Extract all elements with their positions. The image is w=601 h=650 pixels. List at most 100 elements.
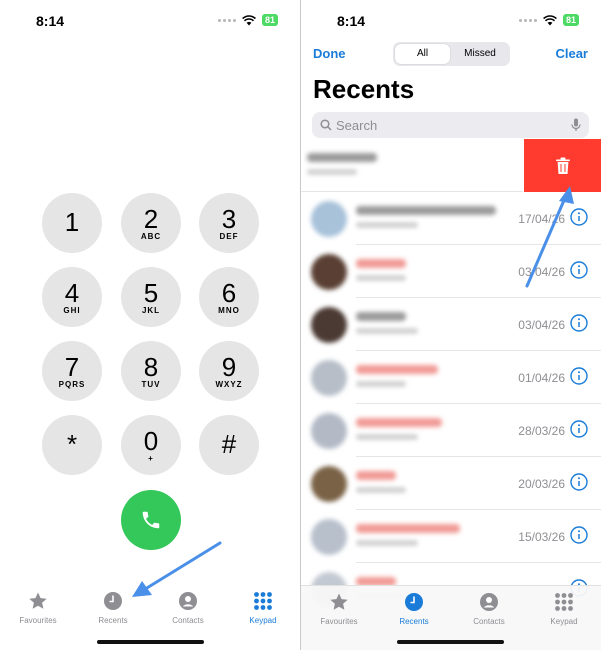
tab-keypad[interactable]: Keypad — [529, 592, 599, 626]
person-icon — [479, 592, 499, 614]
caller-name-redacted — [356, 471, 396, 480]
tab-recents[interactable]: Recents — [379, 592, 449, 626]
call-type-redacted — [356, 275, 406, 281]
call-row[interactable]: 28/03/26 — [301, 404, 601, 457]
wifi-icon — [543, 14, 557, 25]
call-type-redacted — [356, 434, 418, 440]
tab-favourites[interactable]: Favourites — [3, 591, 73, 625]
key-0[interactable]: 0 + — [121, 415, 181, 475]
key-letters: MNO — [218, 306, 240, 315]
star-icon — [28, 591, 48, 613]
call-type-redacted — [307, 169, 357, 175]
info-icon[interactable] — [570, 367, 588, 385]
recents-screen: 8:14 81 Done All Missed Clear Recents Se… — [301, 0, 601, 650]
key-2[interactable]: 2 ABC — [121, 193, 181, 253]
tab-label: Favourites — [320, 617, 358, 626]
call-type-redacted — [356, 540, 418, 546]
key-letters: WXYZ — [215, 380, 243, 389]
key-digit: 8 — [143, 352, 159, 382]
key-digit: 4 — [64, 278, 80, 308]
call-row[interactable]: 03/04/26 — [301, 298, 601, 351]
key-letters: JKL — [141, 306, 161, 315]
key-digit: 0 — [143, 426, 159, 456]
keypad-icon — [554, 592, 574, 614]
wifi-icon — [242, 14, 256, 25]
status-bar: 8:14 81 — [0, 0, 300, 40]
call-row[interactable]: 15/03/26 — [301, 510, 601, 563]
key-digit: # — [221, 429, 237, 459]
caller-name-redacted — [356, 365, 438, 374]
key-7[interactable]: 7 PQRS — [42, 341, 102, 401]
key-digit: 6 — [221, 278, 237, 308]
avatar — [311, 519, 347, 555]
tab-label: Contacts — [172, 616, 204, 625]
search-input[interactable]: Search — [312, 112, 589, 138]
signal-icon — [217, 18, 236, 22]
tab-favourites[interactable]: Favourites — [304, 592, 374, 626]
keypad-screen: 8:14 81 1 2 ABC 3 DEF 4 GHI 5 JKL 6 MNO 7 PQRS 8 TUV 9 W… — [0, 0, 300, 650]
caller-name-redacted — [356, 206, 496, 215]
info-icon[interactable] — [570, 314, 588, 332]
home-indicator — [397, 640, 504, 644]
phone-icon — [142, 511, 160, 529]
caller-name-redacted — [356, 312, 406, 321]
key-digit: * — [66, 429, 78, 459]
key-letters: ABC — [140, 232, 162, 241]
avatar — [311, 254, 347, 290]
key-letters: DEF — [219, 232, 239, 241]
status-time: 8:14 — [337, 13, 366, 29]
key-9[interactable]: 9 WXYZ — [199, 341, 259, 401]
call-date: 03/04/26 — [518, 318, 565, 332]
segment-missed[interactable]: Missed — [452, 44, 508, 64]
key-8[interactable]: 8 TUV — [121, 341, 181, 401]
status-bar: 8:14 81 — [301, 0, 601, 40]
call-type-redacted — [356, 487, 406, 493]
key-hash[interactable]: # — [199, 415, 259, 475]
caller-name-redacted — [356, 418, 442, 427]
call-type-redacted — [356, 328, 418, 334]
microphone-icon[interactable] — [571, 118, 581, 132]
avatar — [311, 307, 347, 343]
call-row[interactable]: 01/04/26 — [301, 351, 601, 404]
battery-icon: 81 — [562, 14, 579, 26]
star-icon — [329, 592, 349, 614]
signal-icon — [518, 18, 537, 22]
done-button[interactable]: Done — [313, 46, 346, 61]
key-digit: 7 — [64, 352, 80, 382]
page-title: Recents — [313, 74, 415, 104]
key-1[interactable]: 1 — [42, 193, 102, 253]
info-icon[interactable] — [570, 526, 588, 544]
caller-name-redacted — [307, 153, 377, 162]
key-star[interactable]: * — [42, 415, 102, 475]
tab-label: Recents — [98, 616, 128, 625]
tab-contacts[interactable]: Contacts — [454, 592, 524, 626]
key-5[interactable]: 5 JKL — [121, 267, 181, 327]
key-3[interactable]: 3 DEF — [199, 193, 259, 253]
avatar — [311, 201, 347, 237]
key-letters: GHI — [63, 306, 81, 315]
caller-name-redacted — [356, 524, 460, 533]
call-row[interactable]: 20/03/26 — [301, 457, 601, 510]
segment-all[interactable]: All — [395, 44, 450, 64]
call-row[interactable] — [301, 139, 588, 192]
clear-button[interactable]: Clear — [555, 46, 588, 61]
search-icon — [320, 119, 332, 131]
status-icons: 81 — [217, 14, 278, 26]
info-icon[interactable] — [570, 473, 588, 491]
info-icon[interactable] — [570, 420, 588, 438]
call-date: 28/03/26 — [518, 424, 565, 438]
key-6[interactable]: 6 MNO — [199, 267, 259, 327]
annotation-arrow-recents — [132, 541, 222, 597]
key-digit: 2 — [143, 204, 159, 234]
caller-name-redacted — [356, 259, 406, 268]
key-digit: 9 — [221, 352, 237, 382]
key-4[interactable]: 4 GHI — [42, 267, 102, 327]
key-digit: 5 — [143, 278, 159, 308]
call-type-redacted — [356, 381, 406, 387]
call-date: 20/03/26 — [518, 477, 565, 491]
tab-label: Contacts — [473, 617, 505, 626]
key-digit: 3 — [221, 204, 237, 234]
keypad-icon — [253, 591, 273, 613]
tab-keypad[interactable]: Keypad — [228, 591, 298, 625]
key-letters: + — [148, 454, 154, 463]
